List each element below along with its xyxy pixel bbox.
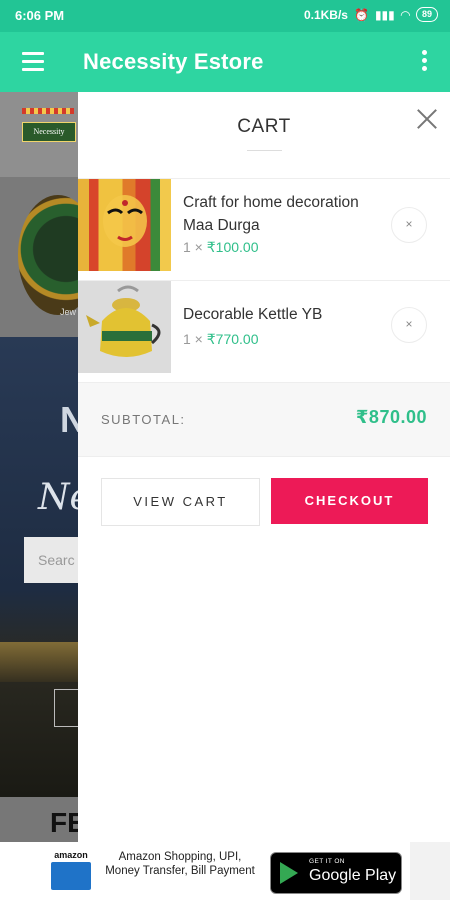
view-cart-button[interactable]: VIEW CART <box>101 478 260 526</box>
close-icon[interactable] <box>414 106 440 132</box>
background-page: Necessity Jew N Ne Searc FE <box>0 92 78 842</box>
cart-title: CART <box>237 116 291 137</box>
app-title: Necessity Estore <box>83 49 264 74</box>
featured-heading: FE <box>50 807 78 838</box>
logo-text: Necessity <box>22 122 76 142</box>
google-play-badge[interactable]: GET IT ON Google Play <box>270 852 402 894</box>
amazon-logo: amazon <box>48 850 94 894</box>
status-icons: 0.1KB/s ⏰ ▮▮▮ ◠ 89 <box>304 7 438 22</box>
subtotal-label: SUBTOTAL: <box>101 412 186 427</box>
menu-icon[interactable] <box>22 52 44 76</box>
hero-heading: N <box>60 399 78 440</box>
featured-section: FE <box>0 797 78 842</box>
status-time: 6:06 PM <box>15 8 65 23</box>
battery-icon: 89 <box>415 7 438 22</box>
ad-banner[interactable]: amazon Amazon Shopping, UPI, Money Trans… <box>0 842 450 900</box>
play-icon <box>280 862 298 884</box>
cart-item: Decorable Kettle YB 1 × ₹770.00 × <box>78 280 450 383</box>
durga-face-icon <box>103 195 147 247</box>
remove-item-button[interactable]: × <box>391 207 427 243</box>
signal-icon: ▮▮▮ <box>374 7 395 22</box>
category-caption: Jew <box>60 307 77 317</box>
network-speed: 0.1KB/s <box>303 7 348 22</box>
product-name[interactable]: Decorable Kettle YB <box>183 303 383 326</box>
shopping-cart-icon <box>51 862 91 890</box>
cart-drawer: CART Craft for home decoration Maa Durga… <box>78 92 450 842</box>
category-image <box>18 195 78 315</box>
hero-script-text: Ne <box>38 477 78 518</box>
wifi-icon: ◠ <box>400 7 410 22</box>
alarm-icon: ⏰ <box>353 7 369 22</box>
checkout-button[interactable]: CHECKOUT <box>271 478 428 524</box>
more-options-icon[interactable] <box>422 50 428 74</box>
product-image[interactable] <box>78 281 171 373</box>
ad-text: Amazon Shopping, UPI, Money Transfer, Bi… <box>105 851 255 877</box>
subtotal-row: SUBTOTAL: ₹870.00 <box>78 382 450 457</box>
cart-item: Craft for home decoration Maa Durga 1 × … <box>78 178 450 281</box>
store-logo: Necessity <box>0 92 78 177</box>
app-bar: Necessity Estore <box>0 32 450 92</box>
product-price: 1 × ₹770.00 <box>183 331 259 347</box>
hero-search-input: Searc <box>24 537 78 583</box>
product-image[interactable] <box>78 179 171 271</box>
kettle-icon <box>86 285 161 357</box>
divider <box>247 150 282 151</box>
status-bar: 6:06 PM 0.1KB/s ⏰ ▮▮▮ ◠ 89 <box>0 0 450 32</box>
category-card: Jew <box>0 177 78 337</box>
product-name[interactable]: Craft for home decoration Maa Durga <box>183 191 383 237</box>
hero-arrow-button <box>54 689 78 727</box>
remove-item-button[interactable]: × <box>391 307 427 343</box>
hero-banner: N Ne Searc <box>0 337 78 797</box>
subtotal-value: ₹870.00 <box>355 407 427 427</box>
product-price: 1 × ₹100.00 <box>183 239 259 255</box>
